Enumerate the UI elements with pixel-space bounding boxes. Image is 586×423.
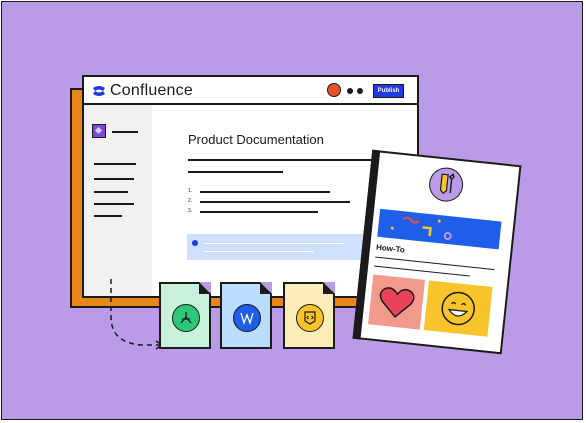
smile-tile xyxy=(423,280,493,337)
text-line xyxy=(188,171,283,173)
publish-button[interactable]: Publish xyxy=(373,84,404,98)
code-file-card[interactable] xyxy=(283,282,335,349)
menu-dot-icon[interactable] xyxy=(357,88,363,94)
sidebar-item[interactable] xyxy=(94,215,122,217)
howto-document[interactable]: How-To xyxy=(352,149,522,355)
word-file-card[interactable] xyxy=(220,282,272,349)
tools-icon xyxy=(427,165,465,204)
page-fold-icon xyxy=(260,282,272,294)
text-line xyxy=(188,159,378,161)
sidebar-item[interactable] xyxy=(94,203,134,205)
illustration-frame: Confluence Publish Product Documentation… xyxy=(1,1,583,420)
smile-icon xyxy=(441,291,475,326)
top-bar: Confluence Publish xyxy=(84,77,417,105)
text-line xyxy=(204,243,344,244)
heart-icon xyxy=(379,287,415,319)
list-number: 2. xyxy=(188,198,193,204)
heart-tile xyxy=(368,274,426,330)
pdf-file-card[interactable] xyxy=(159,282,211,349)
page-fold-icon xyxy=(199,282,211,294)
list-number: 1. xyxy=(188,188,193,194)
text-line xyxy=(204,251,314,252)
menu-dot-icon[interactable] xyxy=(347,88,353,94)
sidebar-item[interactable] xyxy=(94,163,136,165)
code-icon xyxy=(296,304,324,332)
list-item xyxy=(200,201,350,203)
bullet-icon xyxy=(192,240,198,246)
sidebar-item[interactable] xyxy=(94,178,134,180)
space-icon[interactable] xyxy=(92,124,106,138)
list-number: 3. xyxy=(188,208,193,214)
sidebar-space-label[interactable] xyxy=(112,131,138,133)
app-title: Confluence xyxy=(110,82,193,99)
avatar[interactable] xyxy=(327,83,341,97)
word-icon xyxy=(233,304,261,332)
sidebar xyxy=(84,105,152,296)
brand[interactable]: Confluence xyxy=(92,82,193,100)
page-title: Product Documentation xyxy=(188,132,324,147)
sidebar-item[interactable] xyxy=(94,191,128,193)
list-item xyxy=(200,191,330,193)
pdf-icon xyxy=(172,304,200,332)
list-item xyxy=(200,211,318,213)
confluence-logo-icon xyxy=(93,86,105,96)
page-fold-icon xyxy=(323,282,335,294)
